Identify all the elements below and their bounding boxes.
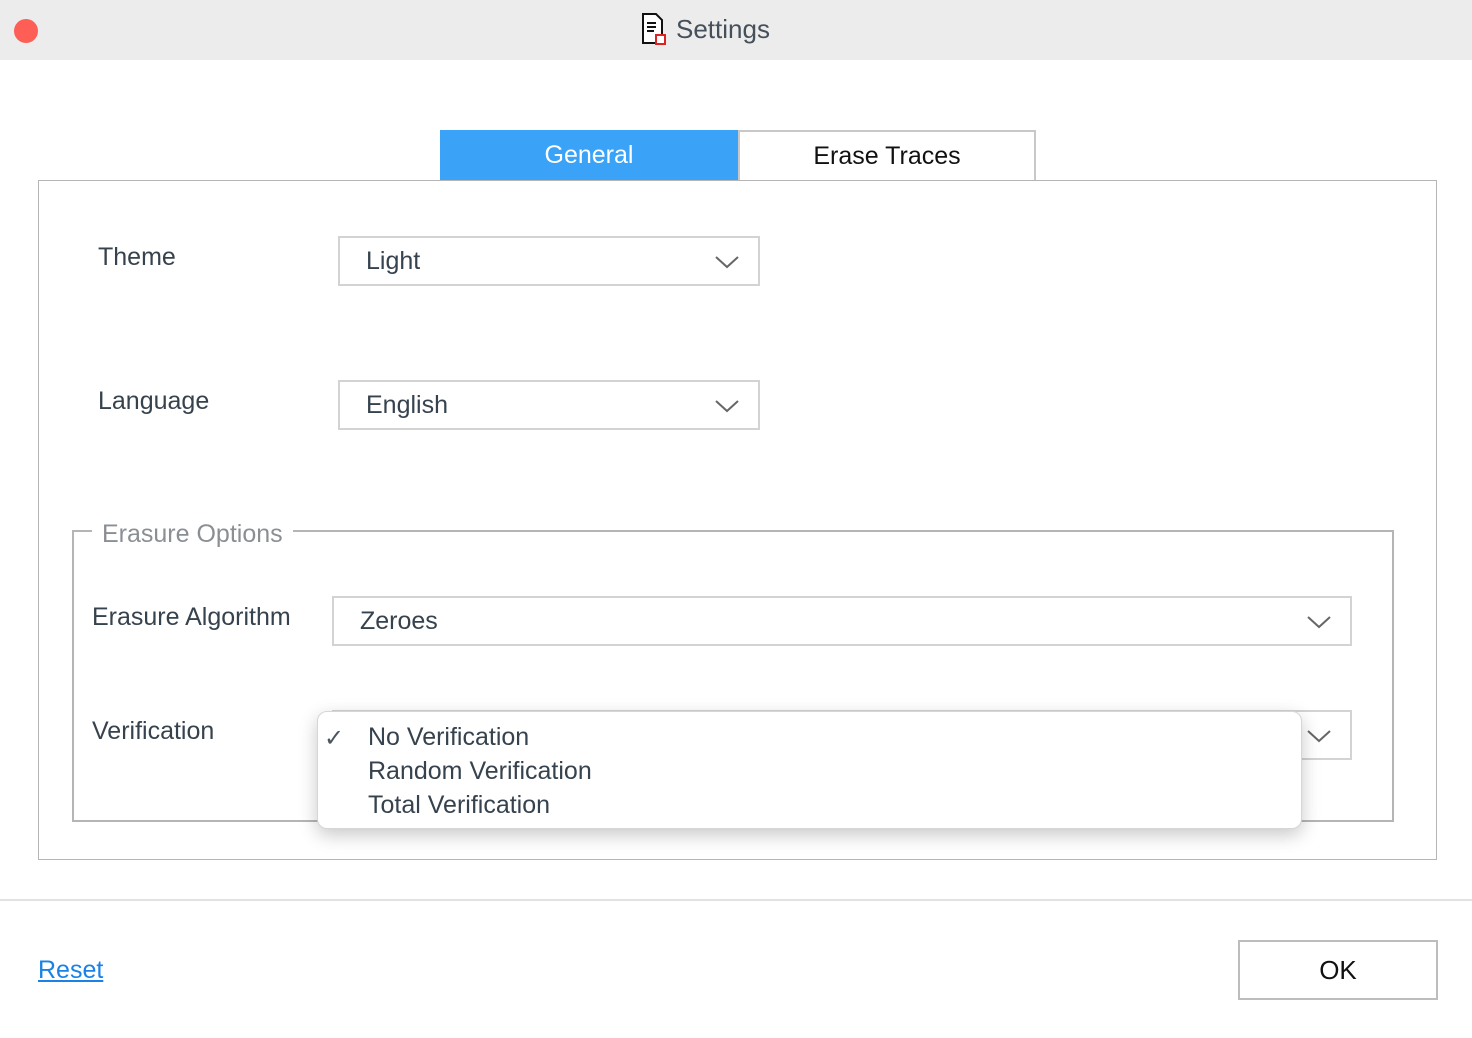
window-title: Settings (640, 12, 770, 46)
menu-item-total-verification[interactable]: Total Verification (318, 788, 1301, 822)
language-select[interactable]: English (338, 380, 760, 430)
menu-item-label: Random Verification (368, 756, 592, 785)
erasure-algorithm-value: Zeroes (360, 606, 438, 635)
menu-item-label: Total Verification (368, 790, 551, 819)
verification-label: Verification (92, 717, 215, 745)
language-value: English (366, 390, 448, 419)
erasure-algorithm-label: Erasure Algorithm (92, 603, 291, 631)
close-window-button[interactable] (14, 19, 38, 43)
tab-erase-traces[interactable]: Erase Traces (738, 130, 1036, 180)
menu-item-label: No Verification (368, 722, 530, 751)
verification-dropdown-menu: ✓ No Verification Random Verification To… (317, 711, 1302, 829)
ok-button[interactable]: OK (1238, 940, 1438, 1000)
tab-general[interactable]: General (440, 130, 738, 180)
theme-select[interactable]: Light (338, 236, 760, 286)
window-title-text: Settings (676, 13, 770, 44)
erasure-algorithm-select[interactable]: Zeroes (332, 596, 1352, 646)
chevron-down-icon (1307, 730, 1331, 743)
checkmark-icon: ✓ (324, 725, 345, 752)
reset-link[interactable]: Reset (38, 956, 103, 985)
chevron-down-icon (715, 400, 739, 413)
menu-item-random-verification[interactable]: Random Verification (318, 754, 1301, 788)
chevron-down-icon (1307, 616, 1331, 629)
title-bar: Settings (0, 0, 1472, 60)
footer-divider (0, 899, 1472, 901)
menu-item-no-verification[interactable]: ✓ No Verification (318, 720, 1301, 754)
theme-value: Light (366, 246, 421, 275)
chevron-down-icon (715, 256, 739, 269)
document-shield-icon (642, 13, 666, 45)
language-label: Language (98, 387, 210, 415)
theme-label: Theme (98, 243, 176, 271)
erasure-options-legend: Erasure Options (92, 520, 293, 549)
